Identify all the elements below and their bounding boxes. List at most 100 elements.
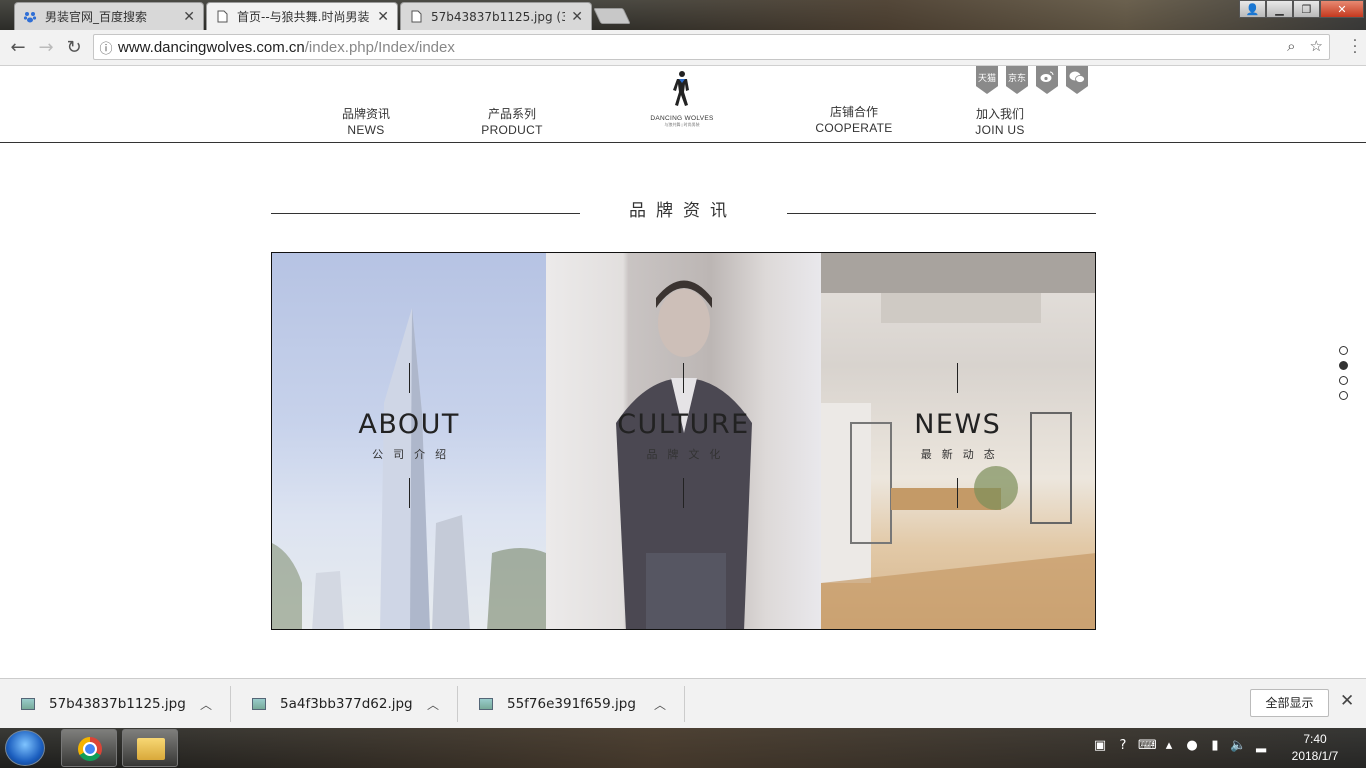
download-filename: 57b43837b1125.jpg	[49, 696, 186, 712]
back-arrow-icon[interactable]: ←	[4, 37, 32, 58]
show-all-button[interactable]: 全部显示	[1250, 689, 1329, 717]
image-file-icon	[21, 698, 35, 710]
panel-news[interactable]: NEWS 最新动态	[820, 253, 1095, 629]
forward-arrow-icon[interactable]: →	[32, 37, 60, 58]
image-file-icon	[252, 698, 266, 710]
page-icon	[215, 10, 229, 24]
panel-about[interactable]: ABOUT 公司介绍	[272, 253, 547, 629]
chevron-up-icon[interactable]: ︿	[200, 696, 212, 713]
tab-close-icon[interactable]: ✕	[377, 9, 389, 25]
nav-label-cn: 产品系列	[487, 107, 536, 121]
download-item[interactable]: 5a4f3bb377d62.jpg ︿	[231, 686, 458, 722]
taskbar-chrome[interactable]	[61, 729, 117, 767]
bookmark-star-icon[interactable]: ☆	[1310, 37, 1323, 55]
tab-dancingwolves-home[interactable]: 首页--与狼共舞.时尚男装 ✕	[206, 2, 398, 30]
page-section-dots	[1339, 346, 1348, 400]
site-info-icon[interactable]: ⓘ	[94, 38, 118, 57]
tab-close-icon[interactable]: ✕	[183, 9, 195, 25]
zoom-search-icon[interactable]: ⌕	[1287, 37, 1295, 55]
download-filename: 5a4f3bb377d62.jpg	[280, 696, 413, 712]
nav-join-us[interactable]: 加入我们 JOIN US	[966, 106, 1034, 138]
brand-logo[interactable]: DANCING WOLVES 与狼共舞 | 时尚男装	[646, 70, 718, 130]
panel-title: ABOUT	[358, 409, 460, 440]
tab-title: 首页--与狼共舞.时尚男装	[237, 10, 370, 24]
nav-label-en: PRODUCT	[481, 123, 543, 137]
nav-product[interactable]: 产品系列 PRODUCT	[480, 106, 544, 138]
input-method-icon[interactable]: ⌨	[1138, 738, 1157, 756]
image-file-icon	[479, 698, 493, 710]
panel-subtitle: 公司介绍	[372, 449, 457, 461]
panel-subtitle: 品牌文化	[646, 449, 731, 461]
chevron-up-icon[interactable]: ︿	[427, 696, 439, 713]
tab-title: 57b43837b1125.jpg (3	[431, 9, 566, 24]
nav-label-cn: 品牌资讯	[341, 107, 390, 121]
usb-device-icon[interactable]: ▮	[1207, 738, 1223, 756]
divider-line	[682, 478, 684, 508]
tab-image-file[interactable]: 57b43837b1125.jpg (3 ✕	[400, 2, 592, 30]
tmall-icon[interactable]: 天猫	[976, 66, 998, 94]
panel-caption: NEWS 最新动态	[821, 363, 1095, 508]
window-controls: 👤 ▁ ❐ ✕	[1239, 0, 1364, 18]
tray-app-icon[interactable]: ▣	[1092, 738, 1108, 756]
system-tray: ▣ ? ⌨ ▴ ● ▮ 🔈 ▂	[1092, 738, 1269, 756]
baidu-paw-icon	[23, 10, 37, 24]
divider-line	[408, 478, 410, 508]
browser-tab-strip: 男装官网_百度搜索 ✕ 首页--与狼共舞.时尚男装 ✕ 57b43837b112…	[0, 0, 1366, 30]
nav-label-en: COOPERATE	[815, 121, 893, 135]
maximize-button[interactable]: ❐	[1293, 0, 1320, 18]
divider-line	[682, 363, 684, 393]
clock-time: 7:40	[1303, 732, 1327, 746]
nav-cooperate[interactable]: 店铺合作 COOPERATE	[815, 104, 893, 136]
show-hidden-icons[interactable]: ▴	[1161, 738, 1177, 756]
section-title: 品牌资讯	[629, 201, 737, 220]
chrome-menu-icon[interactable]: · · ·	[1352, 34, 1358, 60]
site-header: 品牌资讯 NEWS 产品系列 PRODUCT DANCING WOLVES 与狼…	[0, 66, 1366, 143]
divider-line	[957, 478, 959, 508]
nav-label-cn: 店铺合作	[829, 105, 878, 119]
reload-icon[interactable]: ↻	[60, 37, 88, 58]
close-window-button[interactable]: ✕	[1320, 0, 1364, 18]
system-clock[interactable]: 7:40 2018/1/7	[1280, 731, 1350, 765]
downloads-bar: 57b43837b1125.jpg ︿ 5a4f3bb377d62.jpg ︿ …	[0, 678, 1366, 728]
wechat-icon[interactable]	[1066, 66, 1088, 94]
clock-date: 2018/1/7	[1291, 749, 1339, 763]
weibo-icon[interactable]	[1036, 66, 1058, 94]
panel-title: NEWS	[914, 409, 1002, 440]
folder-icon	[137, 738, 165, 760]
section-dot[interactable]	[1339, 346, 1348, 355]
network-icon[interactable]: ▂	[1253, 738, 1269, 756]
tab-baidu-search[interactable]: 男装官网_百度搜索 ✕	[14, 2, 204, 30]
download-item[interactable]: 55f76e391f659.jpg ︿	[458, 686, 685, 722]
panel-culture[interactable]: CULTURE 品牌文化	[546, 253, 821, 629]
logo-name: DANCING WOLVES	[650, 115, 714, 122]
chrome-icon	[78, 737, 102, 761]
close-icon[interactable]: ✕	[1340, 691, 1354, 711]
tab-close-icon[interactable]: ✕	[571, 9, 583, 25]
taskbar-explorer[interactable]	[122, 729, 178, 767]
qq-icon[interactable]: ●	[1184, 738, 1200, 756]
help-icon[interactable]: ?	[1115, 738, 1131, 756]
brand-gallery: ABOUT 公司介绍 CULTURE 品牌文化 NEWS 最新动态	[271, 252, 1096, 630]
nav-label-en: JOIN US	[975, 123, 1025, 137]
section-dot[interactable]	[1339, 361, 1348, 370]
nav-news[interactable]: 品牌资讯 NEWS	[336, 106, 396, 138]
windows-start-icon[interactable]	[5, 730, 45, 766]
windows-taskbar: ▣ ? ⌨ ▴ ● ▮ 🔈 ▂ 7:40 2018/1/7	[0, 728, 1366, 768]
url-host: www.dancingwolves.com.cn	[118, 38, 305, 56]
jd-icon[interactable]: 京东	[1006, 66, 1028, 94]
browser-toolbar: ← → ↻ ⓘ www.dancingwolves.com.cn/index.p…	[0, 30, 1366, 66]
chevron-up-icon[interactable]: ︿	[654, 696, 666, 713]
tab-title: 男装官网_百度搜索	[45, 10, 148, 24]
profile-icon[interactable]: 👤	[1239, 0, 1266, 18]
minimize-button[interactable]: ▁	[1266, 0, 1293, 18]
section-dot[interactable]	[1339, 391, 1348, 400]
logo-subtitle: 与狼共舞 | 时尚男装	[664, 122, 700, 127]
divider-line	[957, 363, 959, 393]
download-filename: 55f76e391f659.jpg	[507, 696, 636, 712]
social-links: 天猫 京东	[976, 66, 1088, 94]
download-item[interactable]: 57b43837b1125.jpg ︿	[0, 686, 231, 722]
panel-title: CULTURE	[617, 409, 750, 440]
section-dot[interactable]	[1339, 376, 1348, 385]
address-bar[interactable]: ⓘ www.dancingwolves.com.cn/index.php/Ind…	[93, 34, 1330, 60]
volume-muted-icon[interactable]: 🔈	[1230, 738, 1246, 756]
